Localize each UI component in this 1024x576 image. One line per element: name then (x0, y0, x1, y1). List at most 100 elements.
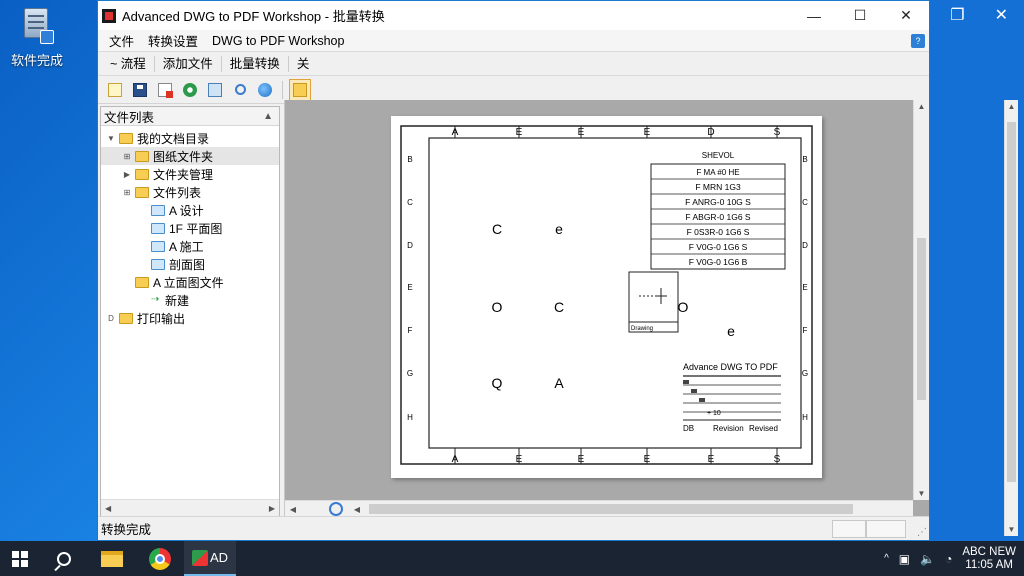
toolbar-separator (282, 80, 283, 99)
scroll-thumb[interactable] (369, 504, 853, 514)
app-icon (191, 549, 208, 566)
convert-button[interactable] (179, 79, 201, 101)
scroll-left-icon[interactable]: ◀ (349, 505, 365, 514)
scroll-thumb[interactable] (1007, 122, 1016, 482)
preview-horizontal-scrollbar[interactable]: ◀ ◀ (285, 500, 913, 517)
menu-file[interactable]: 文件 (102, 31, 141, 50)
volume-icon[interactable]: 🔈 (920, 552, 935, 566)
tab-add-files[interactable]: 添加文件 (155, 55, 222, 72)
tree-node[interactable]: ⊞ 文件列表 (101, 183, 279, 201)
scroll-left-icon[interactable]: ◀ (105, 504, 111, 513)
network-icon[interactable]: ▣ (899, 552, 910, 566)
clock[interactable]: ABC NEW 11:05 AM (962, 546, 1016, 572)
menu-app[interactable]: DWG to PDF Workshop (205, 34, 351, 48)
folder-icon (135, 150, 149, 162)
schedule-row: F ANRG-0 10G S (685, 197, 751, 207)
print-icon (208, 82, 222, 97)
print-button[interactable] (204, 79, 226, 101)
scroll-left-icon[interactable]: ◀ (285, 505, 301, 514)
collapse-icon[interactable]: ▲ (263, 111, 273, 122)
status-panel (866, 520, 906, 538)
tree-node[interactable]: A 施工 (101, 237, 279, 255)
desktop-icon-label: 软件完成 (10, 53, 63, 68)
wifi-icon[interactable]: ◔ (945, 552, 952, 566)
zone-label: C (802, 198, 808, 207)
help-icon[interactable]: ? (911, 33, 925, 48)
menu-settings[interactable]: 转换设置 (141, 31, 205, 50)
scroll-down-icon[interactable]: ▼ (1005, 525, 1018, 534)
resize-grip-icon[interactable]: ⋰ (917, 527, 927, 538)
vertical-scrollbar[interactable]: ▲ ▼ (1004, 100, 1018, 536)
expand-toggle-icon[interactable]: ▼ (105, 134, 117, 143)
zone-label: H (407, 413, 413, 422)
preview-vertical-scrollbar[interactable]: ▲ ▼ (913, 100, 929, 500)
title-block-footer: Revised (749, 424, 778, 433)
web-button[interactable] (254, 79, 276, 101)
tree-node[interactable]: D 打印输出 (101, 309, 279, 327)
drawing-preview[interactable]: AEEEDSAEEEESBBCCDDEEFFGGHHCeOCQAOeSHEVOL… (284, 100, 929, 517)
search-button[interactable] (40, 541, 88, 576)
status-text: 转换完成 (101, 523, 152, 537)
tree-node[interactable]: A 设计 (101, 201, 279, 219)
tree-node[interactable]: ▼ 我的文档目录 (101, 129, 279, 147)
expand-toggle-icon[interactable]: D (105, 314, 117, 323)
app-taskbar-button[interactable]: AD (184, 541, 236, 576)
expand-toggle-icon[interactable]: ⊞ (121, 152, 133, 161)
document-icon (108, 82, 122, 97)
tab-bar: ~ 流程 添加文件 批量转换 关 (98, 52, 929, 76)
expand-toggle-icon[interactable]: ▶ (121, 170, 133, 179)
close-button[interactable]: ✕ (995, 5, 1008, 25)
close-button[interactable]: ✕ (883, 1, 929, 30)
tab-close[interactable]: 关 (289, 56, 318, 72)
grid-label: A (554, 375, 564, 391)
title-block-mark (683, 380, 689, 384)
tree-node[interactable]: ▶ 文件夹管理 (101, 165, 279, 183)
file-explorer-button[interactable] (88, 541, 136, 576)
chrome-button[interactable] (136, 541, 184, 576)
tab-process[interactable]: ~ 流程 (102, 55, 155, 72)
scroll-down-icon[interactable]: ▼ (914, 489, 929, 498)
title-bar[interactable]: Advanced DWG to PDF Workshop - 批量转换 — ☐ … (98, 1, 929, 30)
minimize-button[interactable]: — (791, 1, 837, 30)
tree-node[interactable]: 剖面图 (101, 255, 279, 273)
expand-toggle-icon[interactable]: ⊞ (121, 188, 133, 197)
status-panel (832, 520, 866, 538)
scroll-up-icon[interactable]: ▲ (914, 102, 929, 111)
pdf-button[interactable] (154, 79, 176, 101)
tree-node[interactable]: ⊞ 图纸文件夹 (101, 147, 279, 165)
restore-button[interactable]: ❐ (950, 5, 964, 25)
detail-label: Drawing (631, 326, 653, 332)
scroll-up-icon[interactable]: ▲ (1005, 102, 1018, 111)
scroll-thumb[interactable] (917, 238, 926, 400)
tray-chevron-icon[interactable]: ^ (884, 553, 889, 564)
tree-node[interactable]: ⇢ 新建 (101, 291, 279, 309)
folder-icon (135, 276, 149, 288)
new-button[interactable] (104, 79, 126, 101)
tree-node[interactable]: A 立面图文件 (101, 273, 279, 291)
title-block-company: Advance DWG TO PDF (683, 362, 778, 372)
app-logo-icon (102, 8, 116, 23)
save-button[interactable] (129, 79, 151, 101)
tree-node[interactable]: 1F 平面图 (101, 219, 279, 237)
zone-label: F (803, 326, 808, 335)
server-icon (20, 6, 54, 44)
file-tree-panel: 文件列表 ▲ ▼ 我的文档目录 ⊞ 图纸文件夹 ▶ 文件夹管理 ⊞ 文件列表 A 设计 1F 平面… (100, 106, 280, 517)
folder-icon (135, 186, 149, 198)
system-tray: ^ ▣ 🔈 ◔ ABC NEW 11:05 AM (884, 546, 1024, 572)
tree-node-label: 剖面图 (169, 257, 206, 272)
start-button[interactable] (0, 541, 40, 576)
desktop-icon[interactable]: 软件完成 (4, 4, 70, 69)
open-folder-button[interactable] (289, 78, 311, 101)
folder-icon (151, 204, 165, 216)
zoom-button[interactable] (229, 79, 251, 101)
scroll-right-icon[interactable]: ▶ (269, 504, 275, 513)
tree-node-label: A 立面图文件 (153, 275, 224, 290)
title-block-footer: DB (683, 424, 694, 433)
zoom-icon[interactable] (329, 502, 343, 516)
folder-icon (119, 132, 133, 144)
maximize-button[interactable]: ☐ (837, 1, 883, 30)
schedule-row: F V0G-0 1G6 B (689, 257, 748, 267)
tree-horizontal-scrollbar[interactable]: ◀ ▶ (101, 499, 279, 516)
tab-batch-convert[interactable]: 批量转换 (222, 55, 289, 72)
zone-label: B (407, 155, 412, 164)
